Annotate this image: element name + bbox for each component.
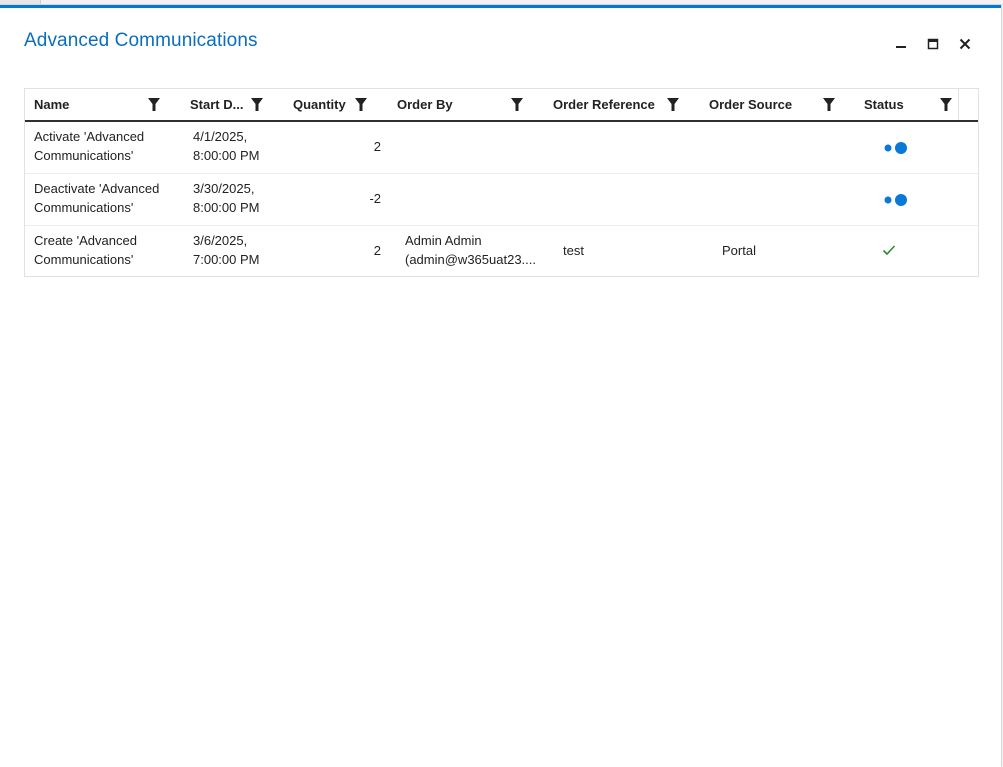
table-row[interactable]: Create 'Advanced Communications' 3/6/202… (25, 226, 978, 276)
column-header-label: Name (34, 97, 70, 112)
cell-start-date: 4/1/2025, 8:00:00 PM (193, 128, 260, 165)
column-header-label: Start D... (190, 97, 244, 112)
column-header-order-by[interactable]: Order By (388, 89, 544, 120)
cell-name-line: Communications' (34, 147, 134, 163)
column-header-label: Order By (397, 97, 453, 112)
cell-start-date: 3/30/2025, 8:00:00 PM (193, 180, 260, 217)
cell-order-source: Portal (722, 243, 756, 258)
close-button[interactable] (956, 36, 974, 54)
cell-quantity: 2 (373, 139, 381, 154)
maximize-button[interactable] (924, 36, 942, 54)
status-pending-icon (884, 142, 907, 154)
filter-icon[interactable] (511, 98, 523, 111)
cell-date-line: 3/30/2025, (193, 181, 255, 196)
column-header-label: Order Reference (553, 97, 655, 112)
column-header-status[interactable]: Status (855, 89, 958, 120)
column-header-label: Status (864, 97, 904, 112)
cell-date-line: 8:00:00 PM (193, 147, 260, 163)
cell-name-line: Communications' (34, 199, 134, 215)
filter-icon[interactable] (823, 98, 835, 111)
header-divider (958, 89, 959, 120)
filter-icon[interactable] (940, 98, 952, 111)
cell-order-by-line: (admin@w365uat23.... (405, 251, 536, 267)
cell-order-by-line: Admin Admin (405, 233, 482, 248)
minimize-button[interactable] (892, 36, 910, 54)
dialog-window: Advanced Communications Name Start D... (0, 5, 1001, 767)
grid-header: Name Start D... Quantity Order By Order … (25, 89, 978, 122)
filter-icon[interactable] (355, 98, 367, 111)
filter-icon[interactable] (667, 98, 679, 111)
column-header-label: Order Source (709, 97, 793, 112)
cell-order-by: Admin Admin (admin@w365uat23.... (405, 232, 536, 269)
cell-date-line: 8:00:00 PM (193, 199, 260, 215)
cell-quantity: 2 (373, 243, 381, 258)
filter-icon[interactable] (148, 98, 160, 111)
column-header-order-reference[interactable]: Order Reference (544, 89, 700, 120)
cell-order-reference: test (563, 243, 584, 258)
cell-quantity: -2 (369, 191, 381, 206)
status-pending-icon (884, 194, 907, 206)
cell-name: Activate 'Advanced Communications' (34, 128, 144, 165)
column-header-start-date[interactable]: Start D... (181, 89, 284, 120)
cell-date-line: 7:00:00 PM (193, 251, 260, 267)
table-row[interactable]: Deactivate 'Advanced Communications' 3/3… (25, 174, 978, 226)
table-row[interactable]: Activate 'Advanced Communications' 4/1/2… (25, 122, 978, 174)
column-header-order-source[interactable]: Order Source (700, 89, 855, 120)
column-header-label: Quantity (293, 97, 346, 112)
close-icon (959, 38, 971, 50)
column-header-name[interactable]: Name (25, 89, 181, 120)
checkmark-icon (882, 245, 896, 256)
cell-name: Create 'Advanced Communications' (34, 232, 137, 269)
cell-name-line: Create 'Advanced (34, 233, 137, 248)
cell-date-line: 4/1/2025, (193, 129, 248, 144)
cell-date-line: 3/6/2025, (193, 233, 248, 248)
cell-start-date: 3/6/2025, 7:00:00 PM (193, 232, 260, 269)
cell-name: Deactivate 'Advanced Communications' (34, 180, 159, 217)
orders-grid: Name Start D... Quantity Order By Order … (24, 88, 979, 277)
cell-name-line: Activate 'Advanced (34, 129, 145, 144)
cell-name-line: Communications' (34, 251, 134, 267)
column-header-quantity[interactable]: Quantity (284, 89, 388, 120)
maximize-icon (927, 38, 939, 50)
dialog-title: Advanced Communications (24, 30, 258, 51)
minimize-icon (896, 46, 906, 48)
filter-icon[interactable] (251, 98, 263, 111)
cell-name-line: Deactivate 'Advanced (34, 181, 160, 196)
